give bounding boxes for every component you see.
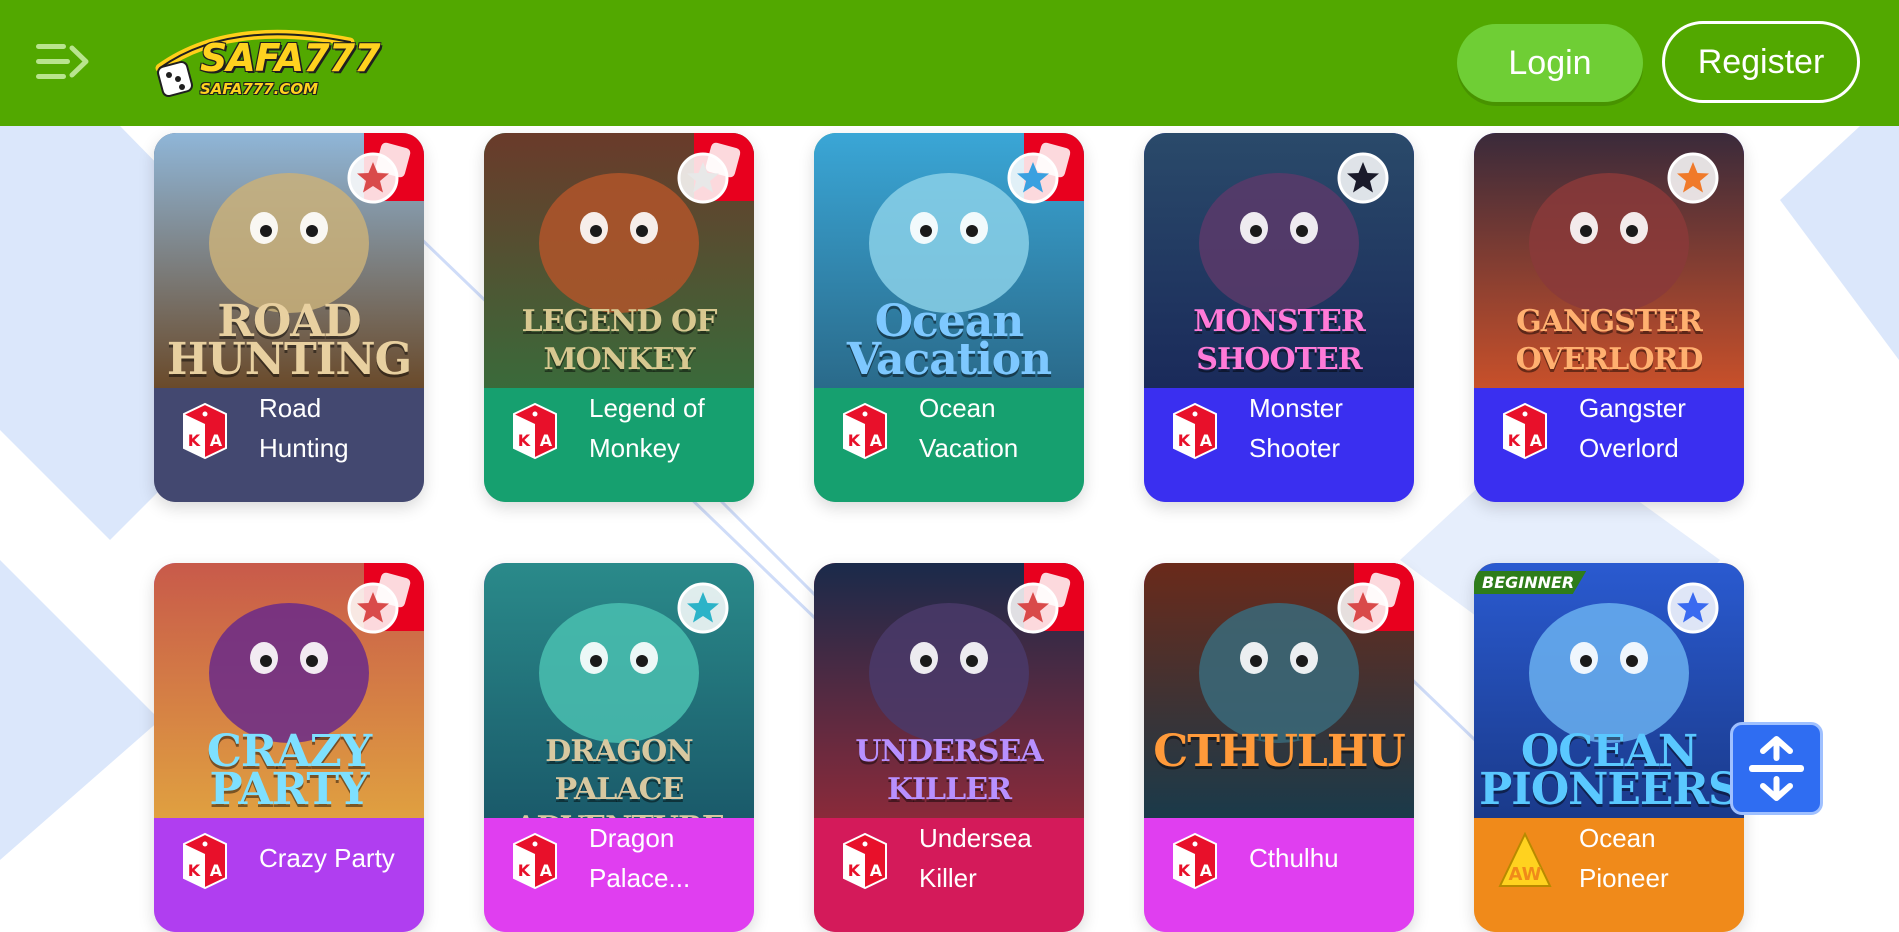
star-icon[interactable] [1666,581,1720,635]
dice-icon: KA [183,832,227,890]
game-card[interactable]: DRAGON PALACE ADVENTUREKADragon Palace..… [484,563,754,932]
dice-icon: KA [1173,402,1217,460]
aw-provider-icon: AW [1498,832,1552,887]
game-name: Monster Shooter [1249,388,1399,468]
svg-text:A: A [1200,431,1213,450]
svg-text:K: K [1178,431,1191,450]
svg-text:A: A [1530,431,1543,450]
scroll-toggle-button[interactable] [1730,722,1823,815]
game-name-text: Undersea Killer [919,823,1032,893]
svg-text:A: A [540,861,553,880]
logo-title: SAFA777 [200,36,381,80]
star-icon[interactable] [1006,151,1060,205]
game-name-text: Monster Shooter [1249,393,1343,463]
game-card[interactable]: UNDERSEA KILLER K A Undersea Killer [814,563,1084,932]
game-name-text: Ocean Pioneer [1579,823,1669,893]
svg-text:K: K [188,431,201,450]
game-name: Road Hunting [259,388,409,468]
game-name: Undersea Killer [919,818,1069,898]
star-icon[interactable] [1666,151,1720,205]
game-thumbnail-title: LEGEND OF MONKEY [521,304,718,377]
game-card[interactable]: OCEAN PIONEERS AW Ocean Pioneer BEGINNER [1474,563,1744,932]
game-card[interactable]: LEGEND OF MONKEY K A Legend of Monkey [484,133,754,502]
game-name: Ocean Pioneer [1579,818,1729,898]
game-name-text: Ocean Vacation [919,393,1019,463]
star-icon[interactable] [346,581,400,635]
game-name-text: Dragon Palace... [589,823,691,893]
svg-text:A: A [210,861,223,880]
svg-text:A: A [540,431,553,450]
game-card[interactable]: CRAZY PARTY K A Crazy Party [154,563,424,932]
dice-icon: KA [513,832,557,890]
game-name: Dragon Palace... [589,818,739,898]
register-button[interactable]: Register [1662,21,1860,103]
game-thumbnail-title: Ocean Vacation [846,296,1052,385]
star-icon[interactable] [1336,581,1390,635]
game-name: Ocean Vacation [919,388,1069,468]
top-navbar: SAFA777 SAFA777.COM Login Register [0,0,1899,126]
game-thumbnail-title: MONSTER SHOOTER [1193,304,1366,377]
svg-text:K: K [518,431,531,450]
expand-collapse-icon [1749,736,1804,801]
game-card[interactable]: GANGSTER OVERLORD K A Gangster Overlord [1474,133,1744,502]
svg-text:K: K [518,861,531,880]
game-name-text: Gangster Overlord [1579,393,1686,463]
game-name-text: Legend of Monkey [589,393,705,463]
game-thumbnail-title: CTHULHU [1153,726,1406,777]
dice-icon: KA [1173,832,1217,890]
login-button[interactable]: Login [1457,24,1643,102]
game-name-text: Crazy Party [259,843,395,873]
star-icon[interactable] [1336,151,1390,205]
dice-icon: KA [513,402,557,460]
svg-text:K: K [188,861,201,880]
svg-text:A: A [1200,861,1213,880]
game-thumbnail-title: CRAZY PARTY [206,726,372,815]
svg-text:K: K [1508,431,1521,450]
game-name: Gangster Overlord [1579,388,1729,468]
game-thumbnail-title: OCEAN PIONEERS [1479,726,1740,815]
svg-text:A: A [870,861,883,880]
beginner-badge: BEGINNER [1474,571,1587,594]
star-icon[interactable] [676,151,730,205]
game-name-text: Cthulhu [1249,843,1339,873]
dice-icon [156,60,194,98]
game-card[interactable]: CTHULHU K A Cthulhu [1144,563,1414,932]
dice-icon: KA [1503,402,1547,460]
game-thumbnail-title: UNDERSEA KILLER [855,734,1043,807]
svg-text:K: K [848,861,861,880]
game-thumbnail-title: ROAD HUNTING [166,296,412,385]
game-name: Legend of Monkey [589,388,739,468]
game-name: Cthulhu [1249,818,1399,898]
svg-text:A: A [870,431,883,450]
game-card[interactable]: MONSTER SHOOTER K A Monster Shooter [1144,133,1414,502]
game-card[interactable]: ROAD HUNTING K A Road Hunting [154,133,424,502]
game-card[interactable]: Ocean Vacation K A Ocean Vacation [814,133,1084,502]
site-logo[interactable]: SAFA777 SAFA777.COM [150,24,381,104]
game-name-text: Road Hunting [259,393,349,463]
svg-text:AW: AW [1509,864,1542,885]
svg-text:K: K [848,431,861,450]
star-icon[interactable] [346,151,400,205]
dice-icon: KA [843,832,887,890]
game-name: Crazy Party [259,818,409,898]
svg-text:A: A [210,431,223,450]
game-grid: ROAD HUNTING K A Road Hunting LEGEND OF MONK… [0,0,1899,932]
star-icon[interactable] [676,581,730,635]
logo-subtitle: SAFA777.COM [200,80,319,98]
dice-icon: KA [183,402,227,460]
game-thumbnail-title: GANGSTER OVERLORD [1515,304,1704,377]
svg-text:K: K [1178,861,1191,880]
star-icon[interactable] [1006,581,1060,635]
menu-arrow-icon[interactable] [36,42,92,82]
dice-icon: KA [843,402,887,460]
